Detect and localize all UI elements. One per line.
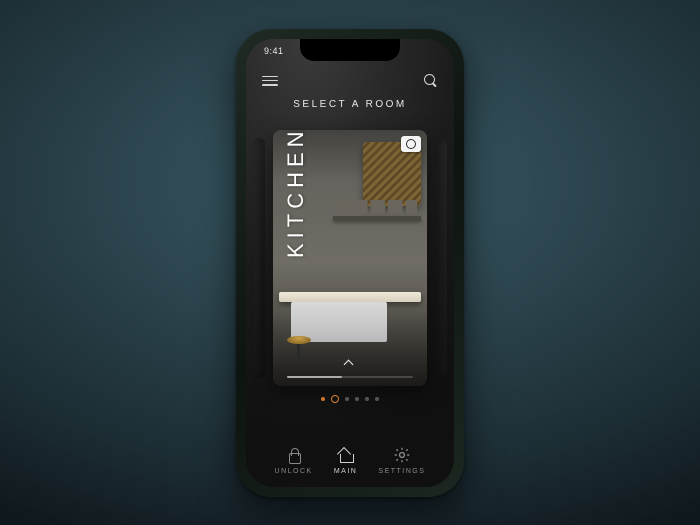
nav-settings[interactable]: SETTINGS bbox=[378, 446, 425, 475]
status-bar-time: 9:41 bbox=[264, 46, 284, 56]
nav-main[interactable]: MAIN bbox=[334, 446, 358, 475]
home-icon bbox=[337, 446, 355, 464]
page-title: SELECT A ROOM bbox=[246, 99, 454, 110]
nav-settings-label: SETTINGS bbox=[378, 468, 425, 475]
carousel-prev-peek[interactable] bbox=[253, 138, 265, 378]
device-notch bbox=[300, 39, 400, 61]
phone-screen: 9:41 SELECT A ROOM KITCHE bbox=[246, 39, 454, 487]
carousel-next-peek[interactable] bbox=[435, 138, 447, 378]
room-card-current[interactable]: KITCHEN bbox=[273, 130, 427, 386]
carousel-dots bbox=[246, 397, 454, 403]
camera-icon[interactable] bbox=[401, 136, 421, 152]
dot-0[interactable] bbox=[321, 397, 325, 401]
nav-main-label: MAIN bbox=[334, 468, 358, 475]
decor-shelf bbox=[333, 216, 421, 221]
decor-stool bbox=[287, 336, 311, 366]
bottom-nav: UNLOCK MAIN SETTINGS bbox=[246, 446, 454, 475]
dot-3[interactable] bbox=[355, 397, 359, 401]
room-carousel[interactable]: KITCHEN bbox=[246, 127, 454, 389]
nav-unlock[interactable]: UNLOCK bbox=[275, 446, 313, 475]
search-icon[interactable] bbox=[424, 74, 438, 88]
nav-unlock-label: UNLOCK bbox=[275, 468, 313, 475]
app-mockup-stage: 9:41 SELECT A ROOM KITCHE bbox=[0, 0, 700, 525]
chevron-up-icon[interactable] bbox=[345, 358, 355, 368]
menu-icon[interactable] bbox=[262, 76, 278, 86]
phone-frame: 9:41 SELECT A ROOM KITCHE bbox=[236, 29, 464, 497]
room-card-label: KITCHEN bbox=[283, 130, 309, 258]
dot-4[interactable] bbox=[365, 397, 369, 401]
dot-2[interactable] bbox=[345, 397, 349, 401]
room-card-progress bbox=[287, 376, 413, 378]
dot-5[interactable] bbox=[375, 397, 379, 401]
dot-1[interactable] bbox=[331, 395, 339, 403]
lock-icon bbox=[285, 446, 303, 464]
decor-counter bbox=[279, 292, 421, 302]
top-bar bbox=[246, 71, 454, 91]
gear-icon bbox=[393, 446, 411, 464]
